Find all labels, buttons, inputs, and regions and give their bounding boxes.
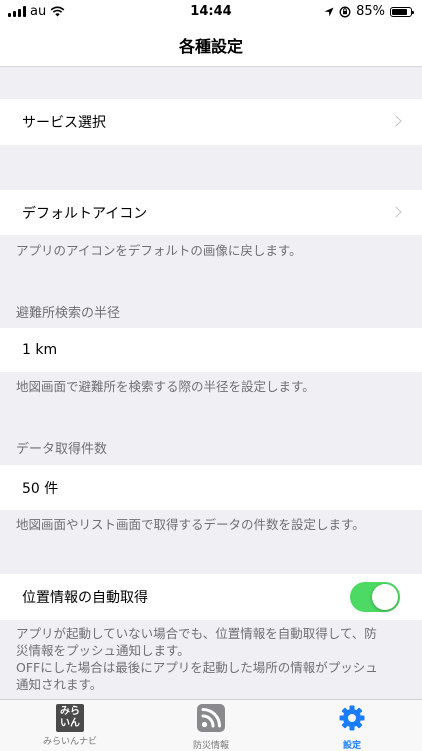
- tab-mirain-navi[interactable]: みら いん みらいんナビ: [0, 704, 140, 747]
- tab-label: みらいんナビ: [42, 737, 97, 747]
- auto-location-toggle[interactable]: [350, 582, 400, 612]
- rss-feed-icon: [197, 704, 225, 732]
- battery-percent: 85%: [356, 4, 385, 19]
- service-select-label: サービス選択: [22, 115, 106, 131]
- data-count-row[interactable]: 50 件: [0, 465, 422, 510]
- data-count-header: データ取得件数: [16, 442, 108, 457]
- service-select-row[interactable]: サービス選択: [0, 99, 422, 145]
- tab-settings[interactable]: 設定: [282, 704, 422, 751]
- chevron-right-icon: [390, 115, 402, 127]
- tab-label: 設定: [342, 741, 361, 751]
- chevron-right-icon: [390, 205, 402, 218]
- search-radius-header: 避難所検索の半径: [16, 306, 121, 321]
- tab-bar: みら いん みらいんナビ 防災情報 設定: [0, 699, 422, 751]
- logo-text: みら: [60, 706, 80, 717]
- default-icon-label: デフォルトアイコン: [22, 205, 148, 222]
- data-count-footnote: 地図画面やリスト画面で取得するデータの件数を設定します。: [16, 517, 365, 532]
- default-icon-row[interactable]: デフォルトアイコン: [0, 190, 422, 235]
- orientation-lock-icon: [339, 6, 351, 17]
- auto-location-row: 位置情報の自動取得: [0, 574, 422, 620]
- search-radius-value: 1 km: [22, 342, 58, 358]
- gear-icon: [339, 705, 365, 731]
- auto-location-footnote-line: 通知されます。: [16, 677, 103, 692]
- navigation-bar: 各種設定: [0, 24, 422, 67]
- page-title: 各種設定: [178, 37, 243, 56]
- status-right: 85%: [324, 4, 414, 19]
- auto-location-footnote-line: OFFにした場合は最後にアプリを起動した場所の情報がプッシュ: [16, 660, 378, 675]
- data-count-value: 50 件: [22, 480, 59, 497]
- default-icon-footnote: アプリのアイコンをデフォルトの画像に戻します。: [16, 243, 302, 258]
- logo-text: いん: [60, 718, 80, 729]
- search-radius-row[interactable]: 1 km: [0, 328, 422, 372]
- toggle-knob: [372, 584, 398, 610]
- tab-disaster-info[interactable]: 防災情報: [141, 704, 281, 751]
- auto-location-footnote-line: 災情報をプッシュ通知します。: [16, 643, 190, 658]
- auto-location-label: 位置情報の自動取得: [22, 590, 148, 606]
- auto-location-footnote: アプリが起動していない場合でも、位置情報を自動取得して、防 災情報をプッシュ通知…: [16, 625, 410, 693]
- status-bar: au 14:44 85%: [0, 0, 422, 24]
- search-radius-footnote: 地図画面で避難所を検索する際の半径を設定します。: [16, 379, 315, 394]
- mirain-logo-icon: みら いん: [56, 704, 84, 732]
- battery-icon: [390, 6, 414, 17]
- auto-location-footnote-line: アプリが起動していない場合でも、位置情報を自動取得して、防: [16, 626, 377, 641]
- tab-label: 防災情報: [192, 741, 229, 751]
- battery-level: [392, 8, 408, 15]
- location-arrow-icon: [324, 7, 334, 16]
